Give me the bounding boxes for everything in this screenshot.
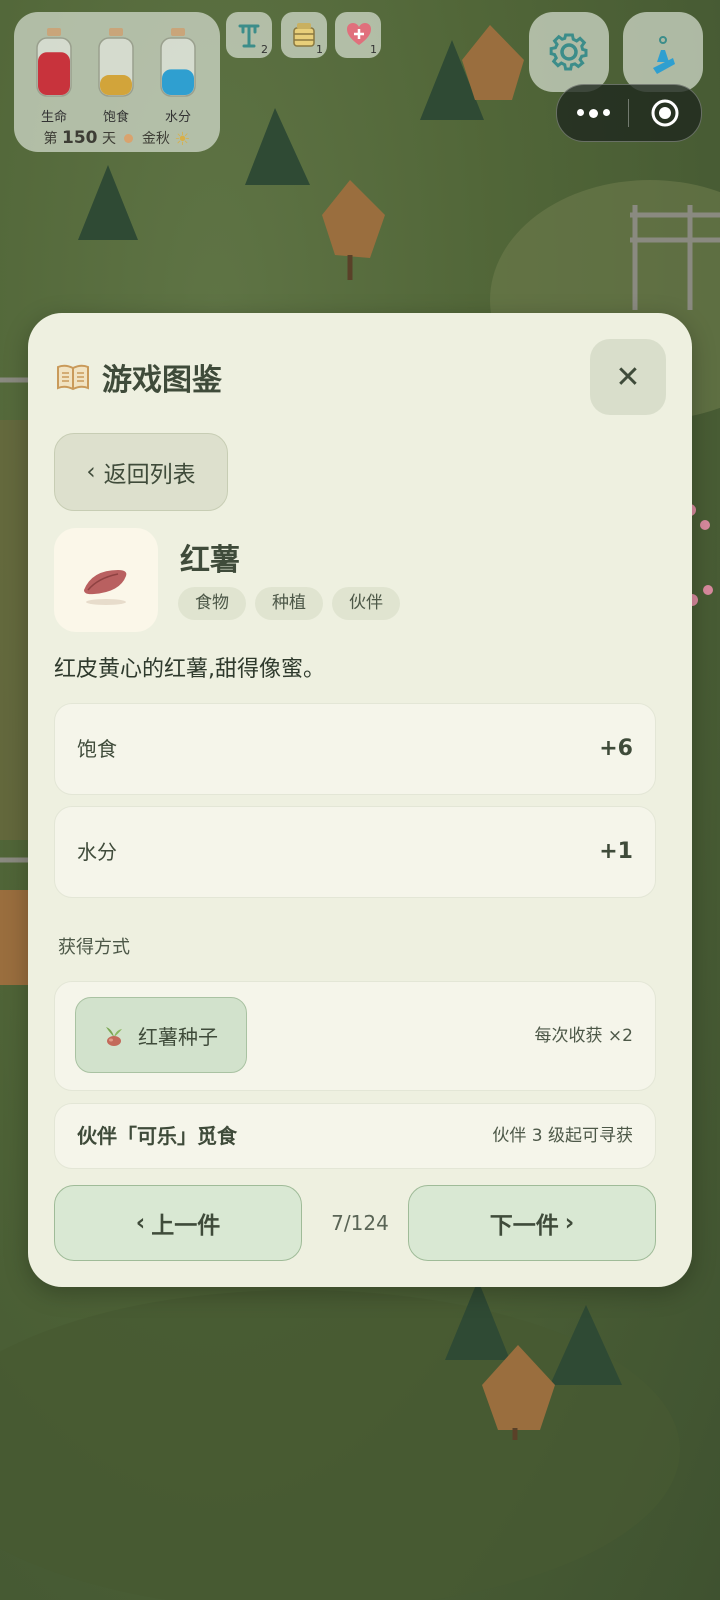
sun-icon: ☀ [174,129,191,150]
seed-sprout-icon [106,1027,122,1046]
water-jar-icon [158,26,198,98]
heart-badge[interactable]: 1 [335,12,381,58]
settings-button[interactable] [529,12,609,92]
close-icon: ✕ [615,359,641,395]
harvest-note: 每次收获 ×2 [534,1026,633,1046]
day-prefix: 第 [43,131,58,147]
season-dot-icon [124,134,134,143]
stat-label: 水分 [77,840,117,864]
back-label: 返回列表 [103,462,196,488]
seed-source-button[interactable]: 红薯种子 [75,997,247,1073]
obtain-source-card: 红薯种子 每次收获 ×2 [54,981,656,1091]
back-to-list-button[interactable]: ‹ 返回列表 [54,433,228,511]
item-tags: 食物 种植 伙伴 [178,587,400,620]
water-label: 水分 [164,110,191,125]
more-options-button[interactable] [557,85,629,141]
day-counter: 第 150 天 金秋 ☀ [14,128,220,150]
hunger-stat-row: 饱食 +6 [54,703,656,795]
day-suffix: 天 [101,131,116,147]
sweet-potato-icon [84,570,127,605]
miniprogram-capsule [556,84,702,142]
tag-food: 食物 [178,587,246,620]
water-stat-row: 水分 +1 [54,806,656,898]
tag-planting: 种植 [255,587,323,620]
health-jar-icon [34,26,74,98]
day-number: 150 [62,128,98,148]
item-image [54,528,158,632]
totem-count: 2 [261,43,268,56]
dialog-title: 游戏图鉴 [102,363,222,398]
health-label: 生命 [40,110,67,125]
companion-note: 伙伴 3 级起可寻获 [492,1126,633,1146]
hunger-jar-icon [96,26,136,98]
gear-icon [549,33,588,71]
heart-count: 1 [370,43,377,56]
item-name: 红薯 [180,543,240,578]
chevron-left-icon: ‹ [135,1210,146,1236]
stat-value: +1 [599,839,633,864]
encyclopedia-dialog: 游戏图鉴 ✕ ‹ 返回列表 红薯 食物 种植 伙伴 红皮黄心的红薯,甜得像蜜。 … [28,313,692,1287]
beehive-count: 1 [316,43,323,56]
prev-label: 上一件 [151,1213,221,1239]
seed-label: 红薯种子 [138,1024,218,1049]
chevron-right-icon: › [564,1210,575,1236]
companion-label: 伙伴「可乐」觅食 [77,1124,237,1148]
player-stats-panel: 生命 饱食 水分 第 150 天 金秋 ☀ [14,12,220,152]
previous-item-button[interactable]: ‹ 上一件 [54,1185,302,1261]
chevron-left-icon: ‹ [86,459,96,485]
hunger-label: 饱食 [102,110,129,125]
inventory-button[interactable] [623,12,703,92]
item-description: 红皮黄心的红薯,甜得像蜜。 [54,657,325,682]
potion-icon [653,36,675,74]
stat-label: 饱食 [77,737,117,761]
stat-value: +6 [599,736,633,761]
heart-plus-icon [347,23,371,45]
more-dots-icon [576,108,610,118]
companion-source-card: 伙伴「可乐」觅食 伙伴 3 级起可寻获 [54,1103,656,1169]
obtain-section-label: 获得方式 [58,937,130,958]
tag-companion: 伙伴 [332,587,400,620]
open-book-icon [57,364,89,391]
target-icon [651,99,679,127]
beehive-badge[interactable]: 1 [281,12,327,58]
totem-badge[interactable]: 2 [226,12,272,58]
next-label: 下一件 [489,1213,559,1239]
close-miniprogram-button[interactable] [629,85,701,141]
dialog-header: 游戏图鉴 [56,357,222,398]
next-item-button[interactable]: 下一件 › [408,1185,656,1261]
beehive-icon [293,23,315,47]
page-indicator: 7/124 [331,1211,389,1235]
totem-icon [238,24,260,48]
close-button[interactable]: ✕ [590,339,666,415]
season-label: 金秋 [141,131,170,147]
